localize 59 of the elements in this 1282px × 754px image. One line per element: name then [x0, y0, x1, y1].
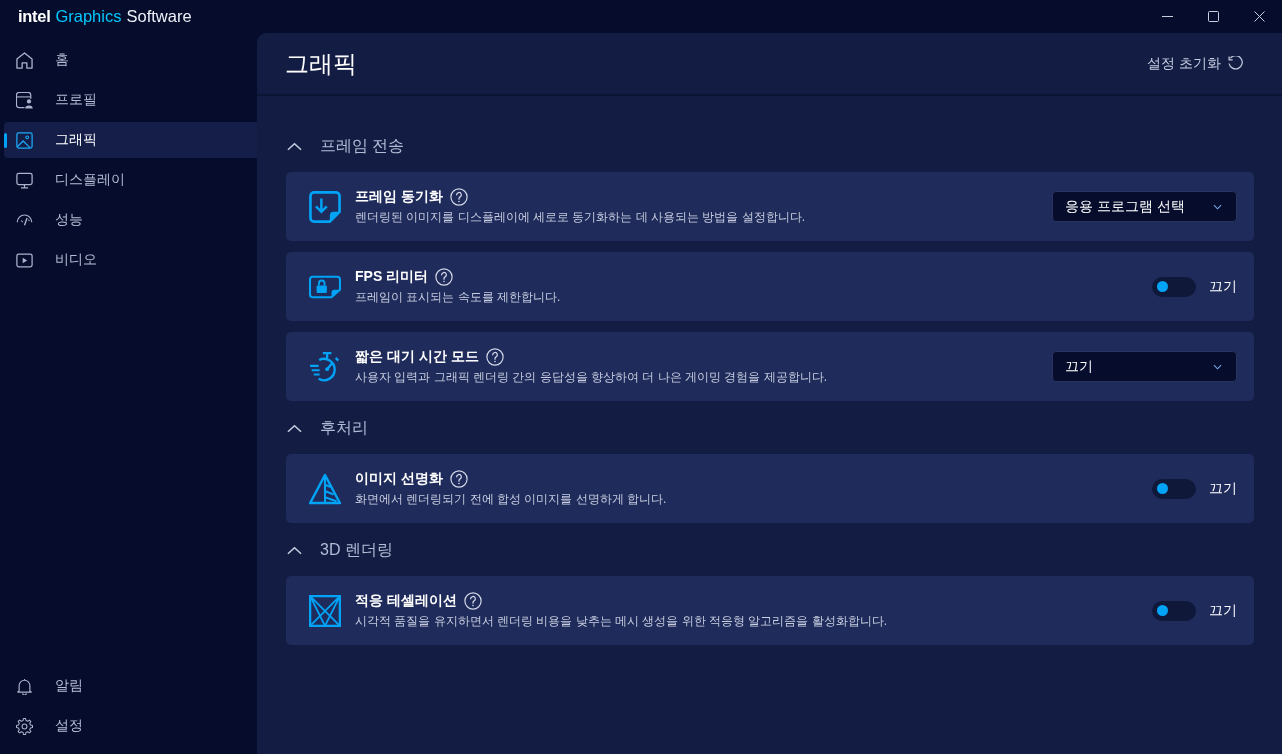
- sidebar-item[interactable]: 프로필: [4, 82, 257, 118]
- setting-title: 이미지 선명화: [355, 469, 443, 488]
- chevron-up-icon: [287, 545, 302, 555]
- help-icon[interactable]: [435, 267, 454, 286]
- chevron-down-icon: [1213, 363, 1222, 370]
- crossed-square-icon: [309, 594, 341, 627]
- sidebar-item[interactable]: 홈: [4, 42, 257, 78]
- toggle-switch[interactable]: [1152, 276, 1196, 297]
- chevron-down-icon: [1213, 203, 1222, 210]
- sidebar-item[interactable]: 그래픽: [4, 122, 257, 158]
- sidebar-item[interactable]: 성능: [4, 202, 257, 238]
- toggle-switch[interactable]: [1152, 600, 1196, 621]
- setting-description: 화면에서 렌더링되기 전에 합성 이미지를 선명하게 합니다.: [355, 490, 667, 508]
- dropdown[interactable]: 끄기: [1052, 351, 1237, 382]
- toggle-state-label: 끄기: [1209, 479, 1237, 498]
- toggle-switch[interactable]: [1152, 478, 1196, 499]
- selection-indicator: [4, 133, 7, 148]
- reset-icon: [1228, 56, 1243, 71]
- home-icon: [16, 51, 33, 69]
- setting-title: 적응 테셀레이션: [355, 591, 457, 610]
- sidebar-item[interactable]: 설정: [4, 708, 257, 744]
- help-icon[interactable]: [449, 187, 468, 206]
- help-icon[interactable]: [485, 347, 504, 366]
- setting-description: 사용자 입력과 그래픽 렌더링 간의 응답성을 향상하여 더 나은 게이밍 경험을 제공합니다.: [355, 368, 827, 386]
- setting-title: 짧은 대기 시간 모드: [355, 347, 479, 366]
- setting-description: 렌더링된 이미지를 디스플레이에 세로로 동기화하는 데 사용되는 방법을 설정합니다.: [355, 208, 805, 226]
- help-icon[interactable]: [463, 591, 482, 610]
- hatched-triangle-icon: [309, 472, 341, 505]
- maximize-icon: [1207, 11, 1219, 22]
- setting-title: 프레임 동기화: [355, 187, 443, 206]
- arrow-down-page-icon: [309, 190, 341, 223]
- app-title: intel Graphics Software: [18, 7, 192, 26]
- help-icon[interactable]: [449, 469, 468, 488]
- setting-title: FPS 리미터: [355, 267, 429, 286]
- setting-description: 시각적 품질을 유지하면서 렌더링 비용을 낮추는 메시 생성을 위한 적응형 알고리즘을 활성화합니다.: [355, 612, 887, 630]
- chevron-up-icon: [287, 423, 302, 433]
- sidebar-item[interactable]: 비디오: [4, 242, 257, 278]
- toggle-state-label: 끄기: [1209, 601, 1237, 620]
- padlock-icon: [309, 274, 341, 299]
- section-header[interactable]: 프레임 전송: [286, 132, 405, 160]
- bell-icon: [16, 677, 33, 695]
- sidebar-item[interactable]: 디스플레이: [4, 162, 257, 198]
- monitor-icon: [16, 171, 33, 189]
- image-icon: [16, 131, 33, 149]
- page-title: 그래픽: [285, 48, 357, 79]
- stopwatch-icon: [309, 350, 341, 383]
- section-header[interactable]: 후처리: [286, 414, 368, 442]
- section-header[interactable]: 3D 렌더링: [286, 536, 393, 564]
- dropdown[interactable]: 응용 프로그램 선택: [1052, 191, 1237, 222]
- sidebar-item[interactable]: 알림: [4, 668, 257, 704]
- setting-description: 프레임이 표시되는 속도를 제한합니다.: [355, 288, 561, 306]
- reset-settings-button[interactable]: 설정 초기화: [1147, 50, 1243, 77]
- settings-icon: [16, 717, 33, 735]
- minimize-icon: [1161, 16, 1173, 17]
- play-icon: [16, 251, 33, 269]
- profile-card-icon: [16, 91, 33, 109]
- chevron-up-icon: [287, 141, 302, 151]
- toggle-state-label: 끄기: [1209, 277, 1237, 296]
- close-icon: [1253, 11, 1265, 22]
